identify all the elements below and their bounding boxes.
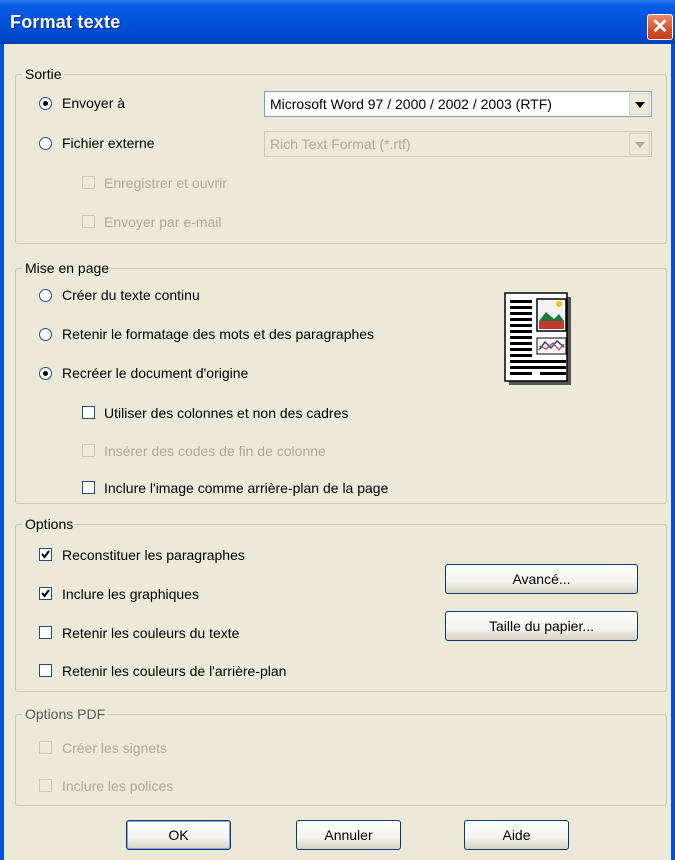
send-email-label: Envoyer par e-mail: [104, 214, 222, 230]
advanced-button[interactable]: Avancé...: [445, 564, 638, 594]
title-bar[interactable]: Format texte ✕: [0, 0, 675, 44]
close-button[interactable]: ✕: [647, 14, 673, 40]
pdf-options-legend: Options PDF: [23, 706, 108, 722]
external-file-combo-value: Rich Text Format (*.rtf): [270, 136, 411, 152]
document-layout-icon: [504, 292, 572, 386]
rebuild-paragraphs-label: Reconstituer les paragraphes: [62, 547, 245, 563]
include-image-label: Inclure l'image comme arrière-plan de la…: [104, 480, 389, 496]
external-file-label: Fichier externe: [62, 135, 155, 151]
column-break-checkbox[interactable]: [82, 444, 95, 457]
external-file-combo[interactable]: Rich Text Format (*.rtf): [264, 131, 652, 157]
use-columns-checkbox[interactable]: [82, 406, 95, 419]
options-legend: Options: [23, 516, 76, 532]
retain-format-radio[interactable]: [39, 328, 52, 341]
dialog-title: Format texte: [10, 12, 121, 32]
send-to-combo[interactable]: Microsoft Word 97 / 2000 / 2002 / 2003 (…: [264, 91, 652, 117]
send-to-label: Envoyer à: [62, 95, 126, 111]
paper-size-button[interactable]: Taille du papier...: [445, 611, 638, 641]
text-colors-label: Retenir les couleurs du texte: [62, 625, 240, 641]
send-to-combo-value: Microsoft Word 97 / 2000 / 2002 / 2003 (…: [270, 96, 552, 112]
checkmark-icon: [41, 550, 50, 559]
recreate-document-radio[interactable]: [39, 367, 52, 380]
bookmarks-checkbox[interactable]: [39, 741, 52, 754]
include-graphics-checkbox[interactable]: [39, 587, 52, 600]
recreate-document-label: Recréer le document d'origine: [62, 365, 249, 381]
save-open-checkbox[interactable]: [82, 176, 95, 189]
checkmark-icon: [41, 589, 50, 598]
rebuild-paragraphs-checkbox[interactable]: [39, 548, 52, 561]
send-email-checkbox[interactable]: [82, 215, 95, 228]
retain-format-label: Retenir le formatage des mots et des par…: [62, 326, 375, 342]
bg-colors-label: Retenir les couleurs de l'arrière-plan: [62, 663, 287, 679]
layout-legend: Mise en page: [23, 260, 112, 276]
ok-button[interactable]: OK: [126, 820, 231, 850]
close-icon: ✕: [651, 16, 669, 38]
include-graphics-label: Inclure les graphiques: [62, 586, 199, 602]
continuous-text-radio[interactable]: [39, 289, 52, 302]
dialog-window: Format texte ✕ Sortie Envoyer à Microsof…: [0, 0, 675, 860]
continuous-text-label: Créer du texte continu: [62, 287, 200, 303]
include-image-checkbox[interactable]: [82, 481, 95, 494]
chevron-down-icon[interactable]: [629, 93, 650, 115]
use-columns-label: Utiliser des colonnes et non des cadres: [104, 405, 349, 421]
cancel-button[interactable]: Annuler: [296, 820, 401, 850]
bg-colors-checkbox[interactable]: [39, 664, 52, 677]
dialog-body: Sortie Envoyer à Microsoft Word 97 / 200…: [4, 44, 671, 860]
output-legend: Sortie: [23, 66, 64, 82]
fonts-checkbox[interactable]: [39, 779, 52, 792]
text-colors-checkbox[interactable]: [39, 626, 52, 639]
send-to-radio[interactable]: [39, 97, 52, 110]
fonts-label: Inclure les polices: [62, 778, 174, 794]
column-break-label: Insérer des codes de fin de colonne: [104, 443, 326, 459]
save-open-label: Enregistrer et ouvrir: [104, 175, 227, 191]
bookmarks-label: Créer les signets: [62, 740, 168, 756]
chevron-down-icon[interactable]: [629, 133, 650, 155]
help-button[interactable]: Aide: [464, 820, 569, 850]
external-file-radio[interactable]: [39, 137, 52, 150]
